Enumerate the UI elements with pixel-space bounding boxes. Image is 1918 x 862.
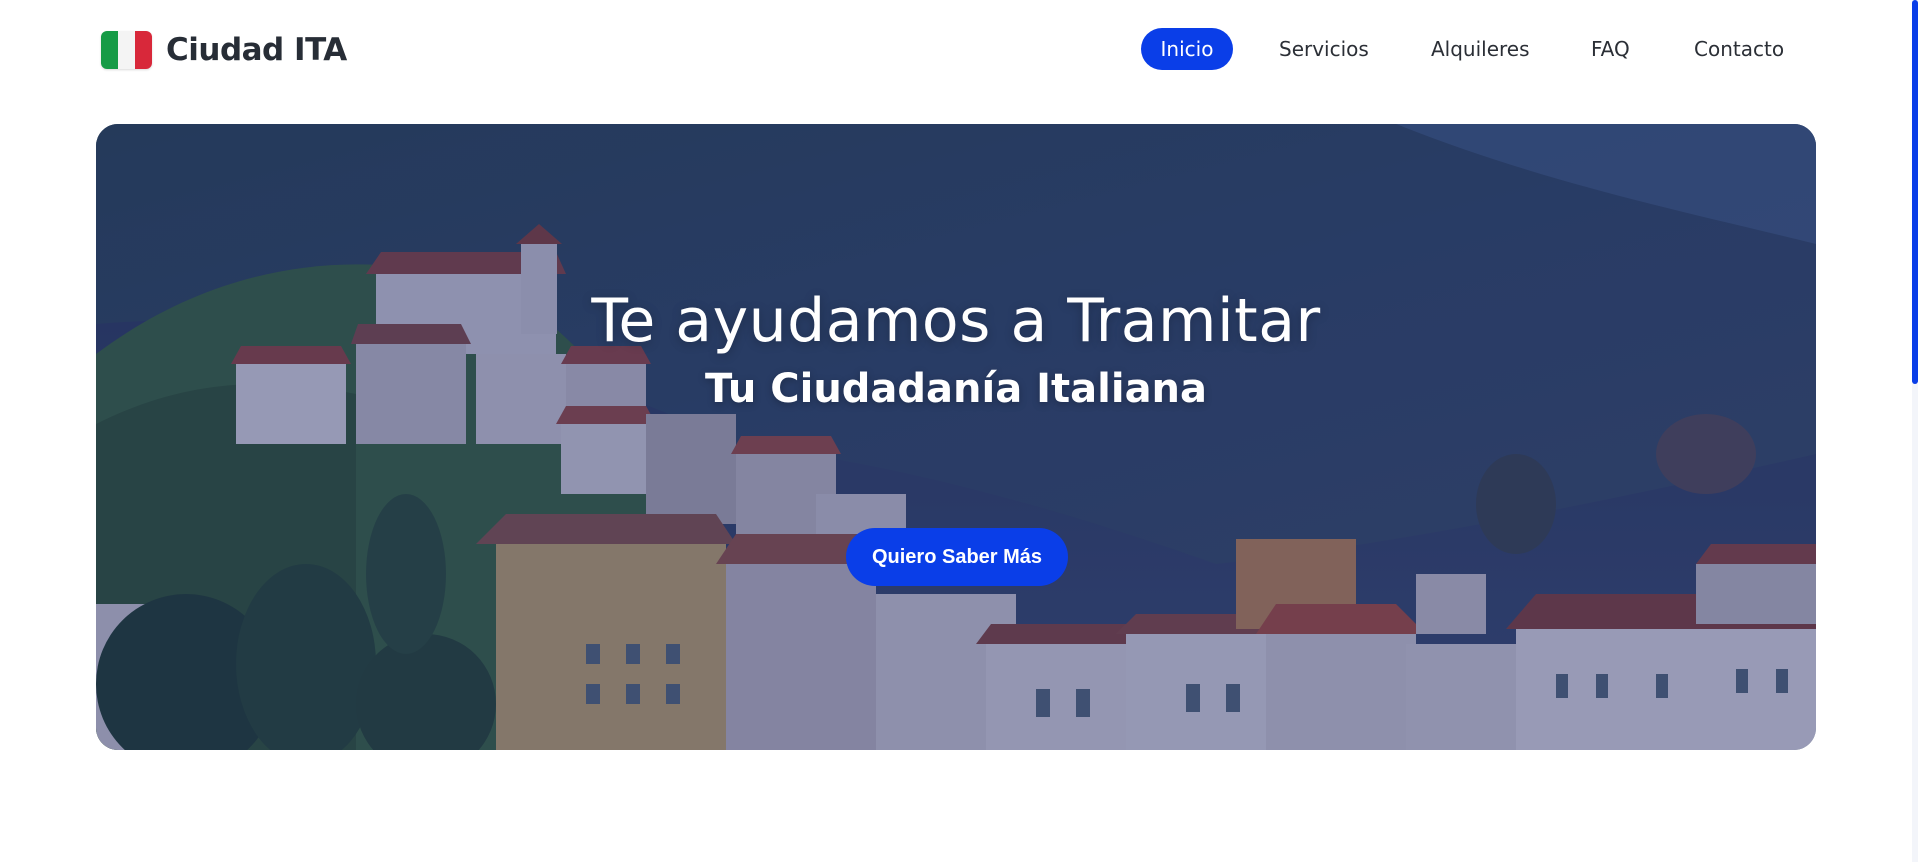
brand-name: Ciudad ITA: [166, 32, 347, 68]
nav-item-contacto[interactable]: Contacto: [1694, 28, 1784, 70]
hero-title: Te ayudamos a Tramitar: [591, 286, 1321, 356]
site-header: Ciudad ITA Inicio Servicios Alquileres F…: [0, 0, 1918, 100]
hero-overlay: [96, 124, 1816, 750]
nav-item-alquileres[interactable]: Alquileres: [1431, 28, 1530, 70]
scrollbar-thumb[interactable]: [1912, 0, 1918, 384]
italian-flag-icon: [101, 31, 152, 69]
hero-banner: Te ayudamos a Tramitar Tu Ciudadanía Ita…: [96, 124, 1816, 750]
page-scrollbar[interactable]: [1912, 0, 1918, 862]
hero-subtitle: Tu Ciudadanía Italiana: [704, 366, 1208, 412]
cta-button[interactable]: Quiero Saber Más: [846, 528, 1068, 586]
nav-item-servicios[interactable]: Servicios: [1279, 28, 1369, 70]
page: Ciudad ITA Inicio Servicios Alquileres F…: [0, 0, 1918, 862]
brand-link[interactable]: Ciudad ITA: [101, 28, 347, 72]
nav-item-inicio[interactable]: Inicio: [1141, 28, 1233, 70]
nav-item-faq[interactable]: FAQ: [1591, 28, 1630, 70]
